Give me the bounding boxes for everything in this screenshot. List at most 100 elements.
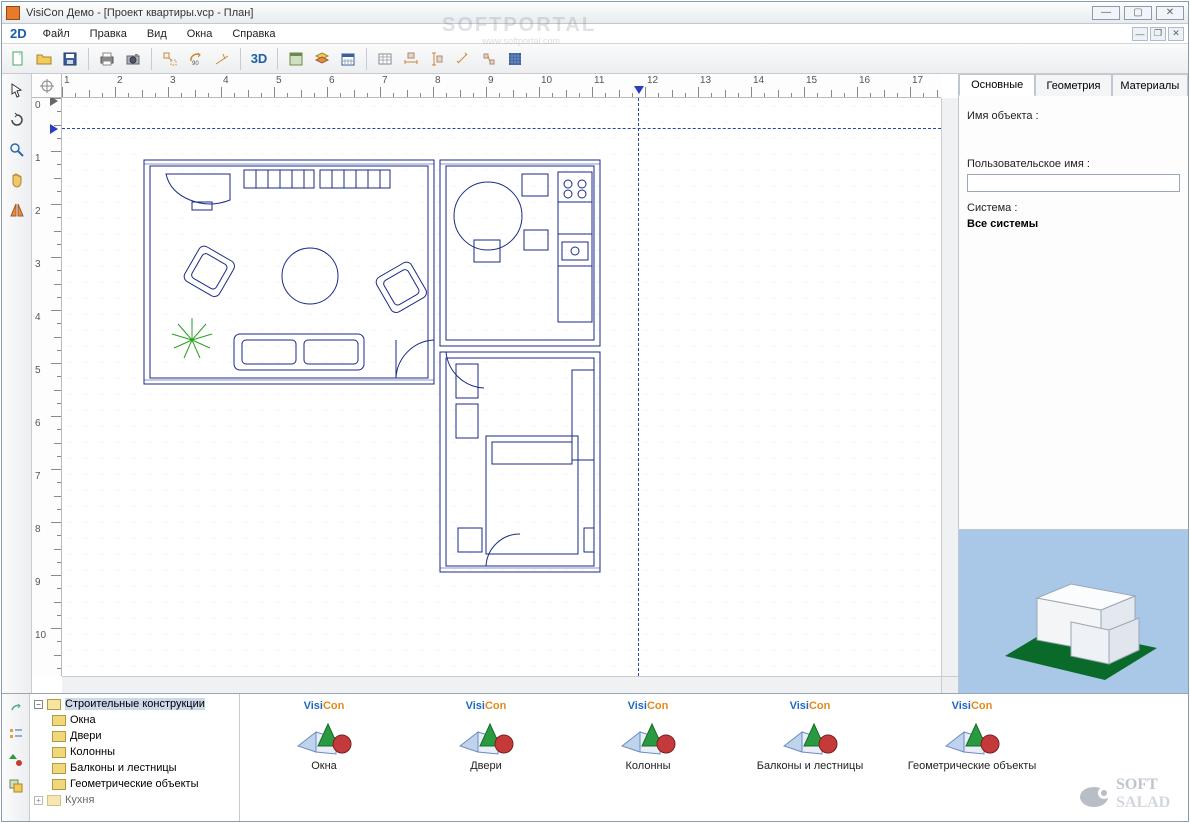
- select-tool-icon[interactable]: [5, 78, 29, 102]
- hatch-icon[interactable]: [503, 47, 527, 71]
- tree-item-label: Окна: [70, 714, 96, 726]
- window-icon[interactable]: [284, 47, 308, 71]
- catalog-item[interactable]: VisiCon Геометрические объекты: [902, 700, 1042, 821]
- calendar-icon[interactable]: [336, 47, 360, 71]
- catalog-thumb: [942, 716, 1002, 756]
- perpendicular-icon[interactable]: [210, 47, 234, 71]
- print-icon[interactable]: [95, 47, 119, 71]
- folder-icon: [52, 715, 66, 726]
- catalog-item[interactable]: VisiCon Балконы и лестницы: [740, 700, 880, 821]
- tab-geometry[interactable]: Геометрия: [1035, 74, 1111, 96]
- tree-item-label: Геометрические объекты: [70, 778, 198, 790]
- tree-item-label: Балконы и лестницы: [70, 762, 177, 774]
- dim-h-icon[interactable]: [399, 47, 423, 71]
- svg-text:90: 90: [192, 61, 199, 67]
- tree-item[interactable]: Балконы и лестницы: [30, 760, 239, 776]
- mdi-minimize-button[interactable]: —: [1132, 27, 1148, 41]
- expand-icon[interactable]: +: [34, 796, 43, 805]
- folder-icon: [52, 747, 66, 758]
- folder-icon: [52, 779, 66, 790]
- catalog-brand: VisiCon: [952, 700, 993, 712]
- ruler-origin-icon[interactable]: [32, 74, 62, 98]
- minimize-button[interactable]: —: [1092, 6, 1120, 20]
- maximize-button[interactable]: ▢: [1124, 6, 1152, 20]
- catalog-thumb: [780, 716, 840, 756]
- menu-windows[interactable]: Окна: [179, 26, 221, 42]
- scrollbar-corner: [941, 676, 958, 693]
- mirror-tool-icon[interactable]: [5, 198, 29, 222]
- object-name-label: Имя объекта :: [967, 110, 1180, 122]
- pan-tool-icon[interactable]: [5, 168, 29, 192]
- library-tree[interactable]: − Строительные конструкции Окна Двери Ко…: [30, 694, 240, 821]
- new-file-icon[interactable]: [6, 47, 30, 71]
- window-title: VisiCon Демо - [Проект квартиры.vcp - Пл…: [26, 7, 1092, 19]
- save-icon[interactable]: [58, 47, 82, 71]
- lib-up-icon[interactable]: [6, 698, 26, 718]
- catalog-brand: VisiCon: [466, 700, 507, 712]
- align-icon[interactable]: [477, 47, 501, 71]
- tab-materials[interactable]: Материалы: [1112, 74, 1188, 96]
- catalog-item[interactable]: VisiCon Окна: [254, 700, 394, 821]
- catalog-thumb: [618, 716, 678, 756]
- menu-bar: 2D Файл Правка Вид Окна Справка — ❐ ✕: [2, 24, 1188, 44]
- rotate-tool-icon[interactable]: [5, 108, 29, 132]
- menu-edit[interactable]: Правка: [82, 26, 135, 42]
- lib-shapes-icon[interactable]: [6, 750, 26, 770]
- system-label: Система :: [967, 202, 1180, 214]
- catalog-item[interactable]: VisiCon Колонны: [578, 700, 718, 821]
- menu-file[interactable]: Файл: [35, 26, 78, 42]
- camera-icon[interactable]: [121, 47, 145, 71]
- layers-icon[interactable]: [310, 47, 334, 71]
- catalog-label: Геометрические объекты: [908, 760, 1036, 772]
- mdi-close-button[interactable]: ✕: [1168, 27, 1184, 41]
- catalog-list[interactable]: VisiCon Окна VisiCon Двери: [240, 694, 1188, 821]
- lib-list-icon[interactable]: [6, 724, 26, 744]
- tree-item[interactable]: Двери: [30, 728, 239, 744]
- catalog-item[interactable]: VisiCon Двери: [416, 700, 556, 821]
- close-button[interactable]: ✕: [1156, 6, 1184, 20]
- lib-add-icon[interactable]: [6, 776, 26, 796]
- folder-open-icon: [47, 699, 61, 710]
- vertical-scrollbar[interactable]: [941, 98, 958, 676]
- collapse-icon[interactable]: −: [34, 700, 43, 709]
- tree-root-label: Строительные конструкции: [65, 698, 205, 710]
- folder-icon: [52, 731, 66, 742]
- catalog-brand: VisiCon: [628, 700, 669, 712]
- mode-2d-label: 2D: [6, 26, 31, 41]
- vertical-ruler[interactable]: 012345678910: [32, 98, 62, 676]
- table-icon[interactable]: [373, 47, 397, 71]
- zoom-tool-icon[interactable]: [5, 138, 29, 162]
- catalog-thumb: [294, 716, 354, 756]
- dim-v-icon[interactable]: [425, 47, 449, 71]
- horizontal-guide[interactable]: [62, 128, 941, 129]
- dim-align-icon[interactable]: [451, 47, 475, 71]
- menu-view[interactable]: Вид: [139, 26, 175, 42]
- canvas[interactable]: [62, 98, 941, 676]
- tree-item[interactable]: Геометрические объекты: [30, 776, 239, 792]
- mode-3d-button[interactable]: 3D: [247, 47, 271, 71]
- ruler-guide-marker[interactable]: [634, 86, 644, 94]
- preview-3d[interactable]: [959, 529, 1188, 693]
- app-icon: [6, 6, 20, 20]
- tree-item[interactable]: Окна: [30, 712, 239, 728]
- tree-item-label: Кухня: [65, 794, 94, 806]
- drawing-area: 1234567891011121314151617 012345678910: [32, 74, 958, 693]
- user-name-input[interactable]: [967, 174, 1180, 192]
- tree-item-label: Колонны: [70, 746, 115, 758]
- mdi-restore-button[interactable]: ❐: [1150, 27, 1166, 41]
- tree-item-cutoff[interactable]: + Кухня: [30, 792, 239, 808]
- user-name-label: Пользовательское имя :: [967, 158, 1180, 170]
- tab-basic[interactable]: Основные: [959, 74, 1035, 96]
- library-panel: − Строительные конструкции Окна Двери Ко…: [2, 693, 1188, 821]
- catalog-label: Двери: [470, 760, 502, 772]
- snap-obj-icon[interactable]: [158, 47, 182, 71]
- ruler-guide-marker[interactable]: [50, 124, 58, 134]
- tree-item[interactable]: Колонны: [30, 744, 239, 760]
- floor-plan[interactable]: [84, 130, 644, 590]
- tree-root[interactable]: − Строительные конструкции: [30, 696, 239, 712]
- horizontal-scrollbar[interactable]: [62, 676, 941, 693]
- open-file-icon[interactable]: [32, 47, 56, 71]
- rotate-90-icon[interactable]: 90: [184, 47, 208, 71]
- menu-help[interactable]: Справка: [224, 26, 283, 42]
- horizontal-ruler[interactable]: 1234567891011121314151617: [62, 74, 941, 98]
